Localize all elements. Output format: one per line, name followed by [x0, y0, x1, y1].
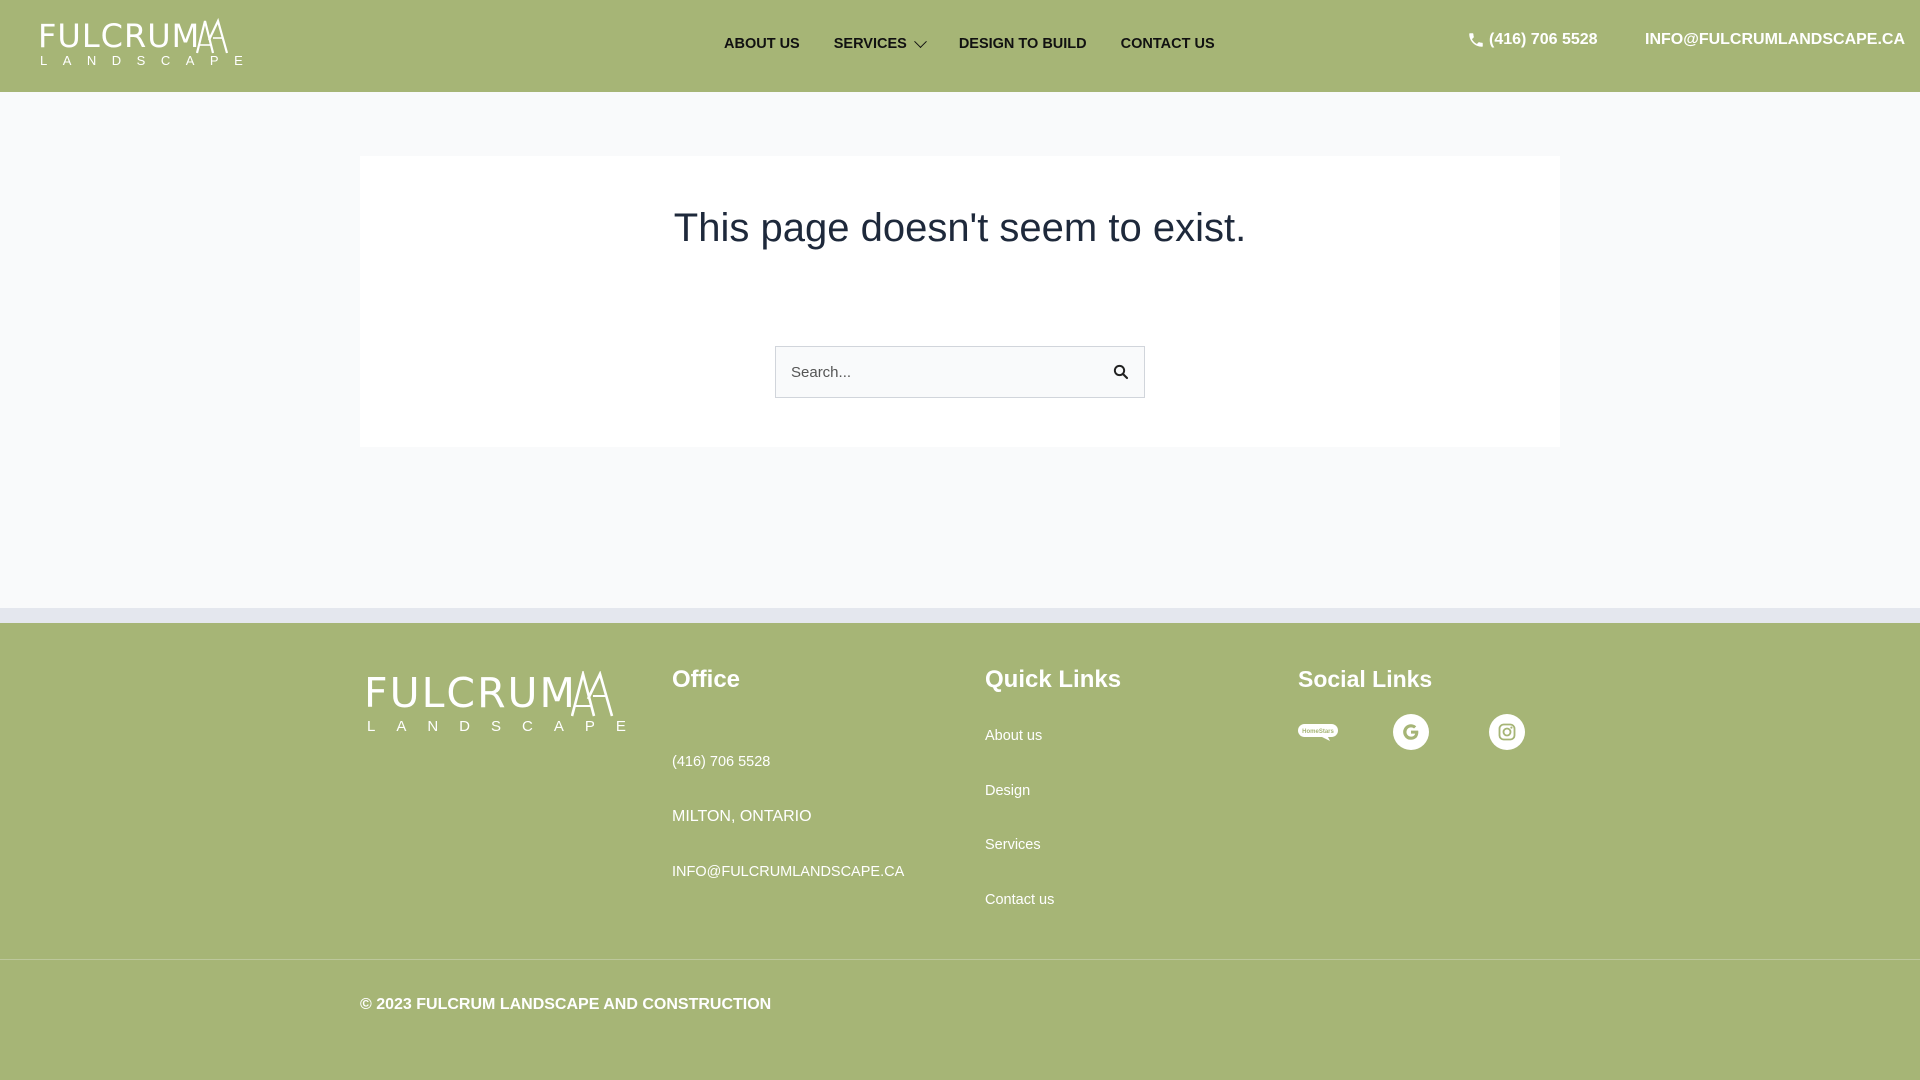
- footer-logo-subtitle: LANDSCAPE: [367, 718, 647, 735]
- homestars-icon: HomeStars: [1298, 724, 1338, 741]
- search-form: [775, 346, 1145, 398]
- tree-logo-icon: [196, 18, 229, 54]
- header-phone-link[interactable]: (416) 706 5528: [1467, 31, 1598, 49]
- nav-contact-us[interactable]: CONTACT US: [1121, 36, 1215, 52]
- social-links-heading: Social Links: [1298, 666, 1433, 692]
- site-footer: FULCRUM LANDSCAPE Office (416) 706 5528 …: [0, 623, 1920, 1080]
- search-button[interactable]: [1112, 363, 1132, 383]
- quick-links-heading: Quick Links: [985, 666, 1122, 693]
- instagram-link[interactable]: [1489, 714, 1525, 750]
- homestars-text: HomeStars: [1302, 729, 1334, 735]
- chevron-down-icon: [913, 34, 927, 48]
- not-found-card: This page doesn't seem to exist.: [360, 156, 1560, 447]
- office-email-link[interactable]: INFO@FULCRUMLANDSCAPE.CA: [672, 864, 904, 880]
- nav-about-us[interactable]: ABOUT US: [724, 36, 800, 52]
- homestars-link[interactable]: HomeStars: [1298, 722, 1338, 744]
- site-header: FULCRUM LANDSCAPE ABOUT US SERVICES DESI…: [0, 0, 1920, 92]
- quick-link-contact-us[interactable]: Contact us: [985, 892, 1054, 908]
- footer-logo[interactable]: FULCRUM LANDSCAPE: [364, 669, 626, 739]
- page-title: This page doesn't seem to exist.: [673, 206, 1247, 250]
- instagram-icon: [1489, 714, 1525, 750]
- footer-separator-band: [0, 608, 1920, 623]
- google-link[interactable]: [1393, 714, 1429, 750]
- logo-subtitle: LANDSCAPE: [40, 53, 259, 68]
- quick-link-about-us[interactable]: About us: [985, 728, 1042, 744]
- footer-divider: [0, 959, 1920, 960]
- header-phone-text: (416) 706 5528: [1489, 31, 1598, 48]
- nav-services[interactable]: SERVICES: [834, 34, 927, 52]
- office-phone-link[interactable]: (416) 706 5528: [672, 754, 770, 770]
- google-icon: [1393, 714, 1429, 750]
- nav-design-to-build[interactable]: DESIGN TO BUILD: [959, 36, 1087, 52]
- copyright-text: © 2023 FULCRUM LANDSCAPE AND CONSTRUCTIO…: [360, 996, 772, 1013]
- header-email-link[interactable]: INFO@FULCRUMLANDSCAPE.CA: [1645, 31, 1905, 49]
- main-nav: ABOUT US SERVICES DESIGN TO BUILD CONTAC…: [724, 34, 1249, 52]
- search-input[interactable]: [776, 347, 1096, 397]
- tree-logo-icon: [571, 671, 614, 717]
- footer-logo-wordmark: FULCRUM: [364, 669, 577, 717]
- phone-icon: [1469, 33, 1483, 47]
- quick-link-design[interactable]: Design: [985, 783, 1030, 799]
- search-icon: [1113, 364, 1129, 380]
- quick-link-services[interactable]: Services: [985, 837, 1041, 853]
- site-logo[interactable]: FULCRUM LANDSCAPE: [38, 17, 243, 70]
- logo-wordmark: FULCRUM: [38, 17, 201, 55]
- office-location: MILTON, ONTARIO: [672, 808, 812, 825]
- office-heading: Office: [672, 666, 741, 693]
